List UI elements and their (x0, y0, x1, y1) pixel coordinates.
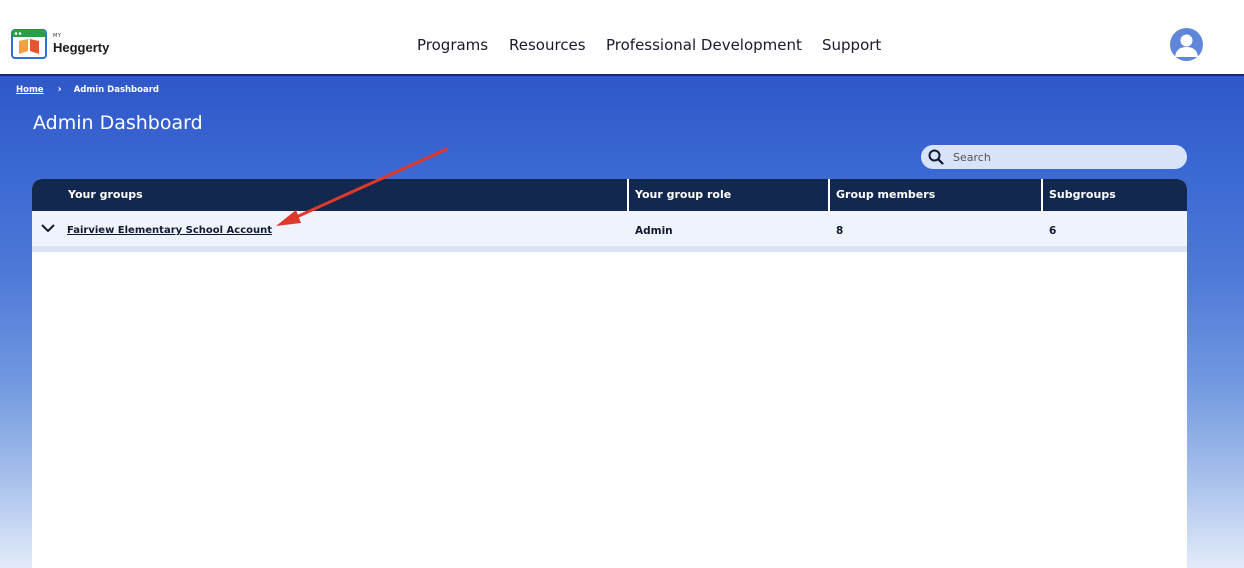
nav-item-professional-development[interactable]: Professional Development (606, 36, 802, 54)
top-nav-bar: MY Heggerty Programs Resources Professio… (0, 0, 1244, 76)
table-row: Fairview Elementary School Account Admin… (32, 211, 1187, 252)
column-header-subgroups: Subgroups (1049, 188, 1116, 201)
subgroups-cell: 6 (1049, 225, 1057, 237)
breadcrumb-current: Admin Dashboard (73, 84, 159, 95)
breadcrumb-chevron-icon: › (57, 84, 62, 95)
main-nav: Programs Resources Professional Developm… (0, 36, 1244, 58)
column-header-group-role: Your group role (635, 188, 732, 201)
nav-item-resources[interactable]: Resources (509, 36, 586, 54)
column-divider (828, 179, 830, 211)
dashboard-hero: Home › Admin Dashboard Admin Dashboard Y… (0, 76, 1244, 568)
column-divider (627, 179, 629, 211)
group-role-cell: Admin (635, 225, 673, 237)
group-members-cell: 8 (836, 225, 844, 237)
column-header-group-members: Group members (836, 188, 936, 201)
column-header-your-groups: Your groups (68, 188, 143, 201)
search-box[interactable] (921, 145, 1187, 169)
chevron-down-icon[interactable] (40, 222, 56, 234)
column-divider (1041, 179, 1043, 211)
nav-item-programs[interactable]: Programs (417, 36, 488, 54)
search-input[interactable] (953, 150, 1173, 164)
group-name-link[interactable]: Fairview Elementary School Account (67, 225, 272, 236)
page-title: Admin Dashboard (33, 112, 203, 134)
user-avatar[interactable] (1170, 28, 1203, 61)
breadcrumb-home-link[interactable]: Home (16, 85, 44, 95)
table-header: Your groups Your group role Group member… (32, 179, 1187, 211)
breadcrumb: Home › Admin Dashboard (16, 84, 159, 95)
search-icon (928, 149, 944, 165)
user-avatar-icon (1175, 34, 1198, 57)
nav-item-support[interactable]: Support (822, 36, 881, 54)
groups-table: Your groups Your group role Group member… (32, 179, 1187, 568)
